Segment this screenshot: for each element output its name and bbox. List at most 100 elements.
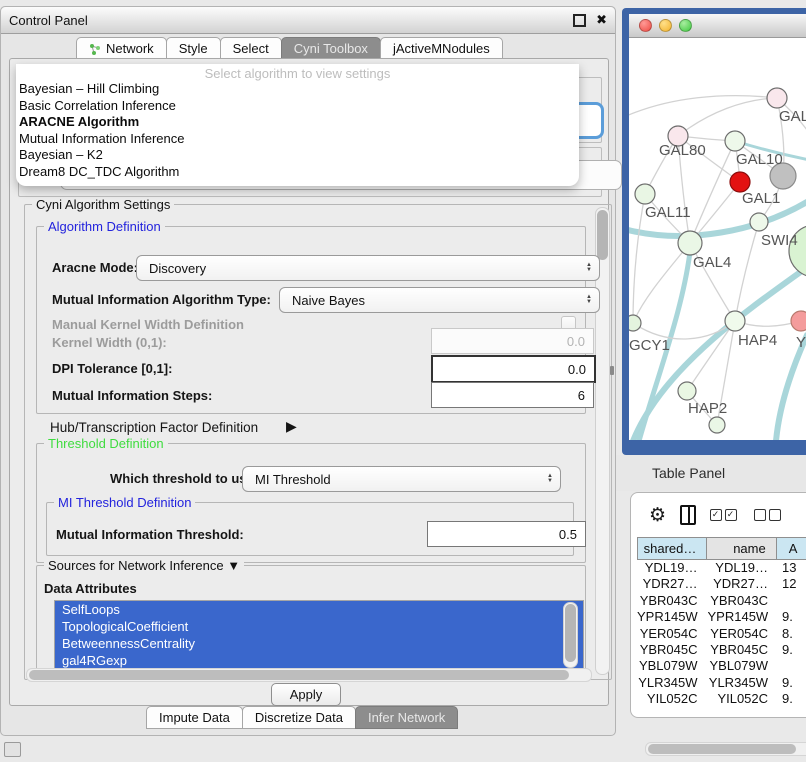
network-node-GAL4[interactable] xyxy=(678,231,702,255)
table-row[interactable]: YBR043CYBR043C xyxy=(637,593,806,609)
tab-select[interactable]: Select xyxy=(220,37,282,60)
algorithm-option[interactable]: Bayesian – Hill Climbing xyxy=(16,81,579,98)
table-row[interactable]: YDL19…YDL19…13 xyxy=(637,560,806,576)
mi-type-value: Naive Bayes xyxy=(292,293,365,308)
tab-style[interactable]: Style xyxy=(166,37,221,60)
network-node-GAL1[interactable] xyxy=(730,172,750,192)
mi-threshold-legend: MI Threshold Definition xyxy=(54,495,195,510)
dpi-tolerance-label: DPI Tolerance [0,1]: xyxy=(52,361,172,376)
select-all-columns-icon[interactable]: ✓✓ xyxy=(710,509,740,521)
attribute-list-item[interactable]: gal4RGexp xyxy=(55,652,583,669)
node-label-pink-top: GAL xyxy=(779,108,806,125)
data-attributes-label: Data Attributes xyxy=(44,581,137,596)
table-cell: 13 xyxy=(778,560,806,576)
scrollbar-thumb[interactable] xyxy=(597,210,608,260)
gear-icon[interactable]: ⚙ xyxy=(649,504,666,527)
table-row[interactable]: YPR145WYPR145W9. xyxy=(637,609,806,625)
table-cell: YBR043C xyxy=(708,593,779,609)
algorithm-option[interactable]: Mutual Information Inference xyxy=(16,131,579,148)
screen: Control Panel ✖ NetworkStyleSelectCyni T… xyxy=(0,0,806,762)
hub-definition-label[interactable]: Hub/Transcription Factor Definition xyxy=(50,420,258,435)
network-graph[interactable]: GALGAL80GAL10GAL1GAL11SWI4GAL4GCY1HAP4YH… xyxy=(629,37,806,440)
sources-legend: Sources for Network Inference ▼ xyxy=(44,558,244,573)
tab-impute-data[interactable]: Impute Data xyxy=(146,706,243,729)
tab-network[interactable]: Network xyxy=(76,37,167,60)
algorithm-option[interactable]: Basic Correlation Inference xyxy=(16,98,579,115)
data-attributes-list[interactable]: SelfLoopsTopologicalCoefficientBetweenne… xyxy=(54,600,584,670)
network-node-bottom-node[interactable] xyxy=(709,417,725,433)
mi-type-combo[interactable]: Naive Bayes ▲▼ xyxy=(279,287,600,313)
column-header[interactable]: shared… xyxy=(638,538,707,559)
network-canvas[interactable]: GALGAL80GAL10GAL1GAL11SWI4GAL4GCY1HAP4YH… xyxy=(629,37,806,440)
table-row[interactable]: YBL079WYBL079W xyxy=(637,658,806,674)
table-row[interactable]: YLR345WYLR345W9. xyxy=(637,675,806,691)
panel-divider-grip[interactable] xyxy=(610,366,614,375)
deselect-all-columns-icon[interactable] xyxy=(754,509,784,521)
manual-kernel-label: Manual Kernel Width Definition xyxy=(52,317,244,332)
columns-icon[interactable] xyxy=(680,505,695,525)
hub-expand-arrow-icon[interactable]: ▶ xyxy=(286,418,297,435)
close-traffic-light-icon[interactable] xyxy=(639,19,652,32)
table-row[interactable]: YER054CYER054C8. xyxy=(637,626,806,642)
network-node-HAP4[interactable] xyxy=(725,311,745,331)
tab-infer-network[interactable]: Infer Network xyxy=(355,706,458,729)
node-label-GAL1: GAL1 xyxy=(742,190,780,207)
tab-discretize-data[interactable]: Discretize Data xyxy=(242,706,356,729)
node-label-HAP2: HAP2 xyxy=(688,400,727,417)
network-titlebar[interactable] xyxy=(629,14,806,38)
tab-jactivemnodules[interactable]: jActiveMNodules xyxy=(380,37,503,60)
network-node-HAP2[interactable] xyxy=(678,382,696,400)
kernel-width-label: Kernel Width (0,1): xyxy=(52,335,167,350)
mi-steps-field[interactable]: 6 xyxy=(431,382,594,408)
network-edge[interactable] xyxy=(678,98,777,136)
table-header-row: shared…nameA xyxy=(637,537,806,560)
mi-threshold-field[interactable]: 0.5 xyxy=(427,521,586,547)
algorithm-option[interactable]: Bayesian – K2 xyxy=(16,147,579,164)
table-row[interactable]: YDR27…YDR27…12 xyxy=(637,576,806,592)
float-window-icon[interactable] xyxy=(573,14,586,27)
combo-arrows-icon: ▲▼ xyxy=(547,474,553,484)
algorithm-option[interactable]: ARACNE Algorithm xyxy=(16,114,579,131)
network-node-GAL10[interactable] xyxy=(725,131,745,151)
scrollbar-thumb[interactable] xyxy=(565,604,576,662)
network-edge[interactable] xyxy=(629,96,777,117)
table-toolbar: ⚙ ✓✓ xyxy=(631,493,806,537)
collapsed-panel-icon[interactable] xyxy=(4,742,21,757)
apply-button[interactable]: Apply xyxy=(271,683,341,706)
network-node-SWI4[interactable] xyxy=(750,213,768,231)
mi-threshold-value: 0.5 xyxy=(559,527,577,542)
cyni-settings-legend: Cyni Algorithm Settings xyxy=(32,197,174,212)
attribute-list-item[interactable]: BetweennessCentrality xyxy=(55,635,583,652)
table-row[interactable]: YBR045CYBR045C9. xyxy=(637,642,806,658)
scrollbar-thumb[interactable] xyxy=(648,744,796,754)
table-panel-title: Table Panel xyxy=(652,465,725,481)
table-horizontal-scrollbar[interactable] xyxy=(645,742,806,756)
dpi-tolerance-field[interactable]: 0.0 xyxy=(431,355,596,383)
table-cell: YIL052C xyxy=(708,691,779,707)
column-header[interactable]: name xyxy=(707,538,776,559)
attributes-scrollbar[interactable] xyxy=(563,602,578,668)
algorithm-option[interactable]: Dream8 DC_TDC Algorithm xyxy=(16,164,579,181)
network-node-GCY1[interactable] xyxy=(629,315,641,331)
network-node-salmon-right[interactable] xyxy=(791,311,806,331)
network-node-GAL11[interactable] xyxy=(635,184,655,204)
minimize-traffic-light-icon[interactable] xyxy=(659,19,672,32)
kernel-width-field[interactable]: 0.0 xyxy=(431,328,594,354)
control-panel-titlebar[interactable]: Control Panel ✖ xyxy=(1,7,615,34)
table-cell: YLR345W xyxy=(637,675,708,691)
network-node-pink-top[interactable] xyxy=(767,88,787,108)
tab-cyni-toolbox[interactable]: Cyni Toolbox xyxy=(281,37,381,60)
aracne-mode-combo[interactable]: Discovery ▲▼ xyxy=(136,255,600,281)
attribute-list-item[interactable]: SelfLoops xyxy=(55,601,583,618)
sources-collapse-arrow-icon[interactable]: ▼ xyxy=(227,558,240,573)
settings-horizontal-scrollbar[interactable] xyxy=(26,668,592,682)
zoom-traffic-light-icon[interactable] xyxy=(679,19,692,32)
scrollbar-thumb[interactable] xyxy=(29,670,569,680)
column-header[interactable]: A xyxy=(777,538,806,559)
network-edge[interactable] xyxy=(633,243,690,323)
which-threshold-combo[interactable]: MI Threshold ▲▼ xyxy=(242,466,561,492)
attribute-list-item[interactable]: TopologicalCoefficient xyxy=(55,618,583,635)
table-row[interactable]: YIL052CYIL052C9. xyxy=(637,691,806,707)
table-cell: 9. xyxy=(778,691,806,707)
close-icon[interactable]: ✖ xyxy=(596,12,607,28)
